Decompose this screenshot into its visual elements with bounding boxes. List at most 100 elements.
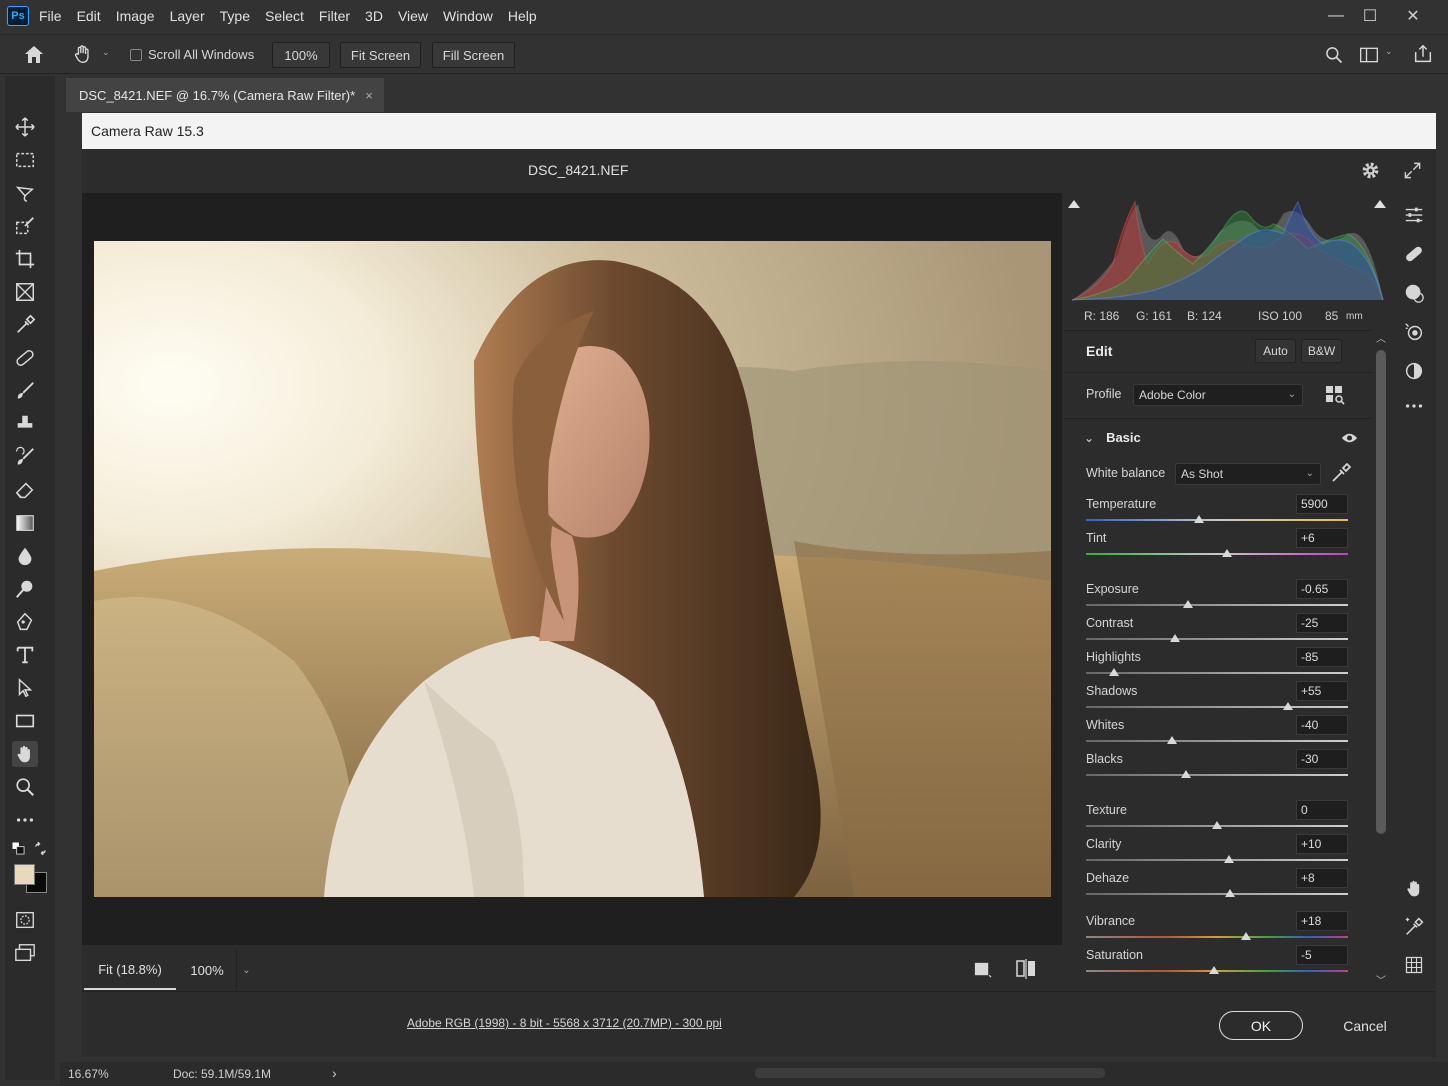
slider-value-clarity[interactable]: +10: [1296, 834, 1348, 854]
slider-track-blacks[interactable]: [1086, 774, 1348, 776]
slider-value-highlights[interactable]: -85: [1296, 647, 1348, 667]
lasso-tool[interactable]: [12, 180, 38, 206]
grid-overlay-button[interactable]: [1402, 953, 1426, 977]
type-tool[interactable]: [12, 642, 38, 668]
fit-zoom-button[interactable]: Fit (18.8%): [84, 950, 176, 990]
scrollbar-thumb[interactable]: [1376, 350, 1386, 834]
pen-tool[interactable]: [12, 609, 38, 635]
profile-dropdown[interactable]: Adobe Color ⌄: [1133, 384, 1303, 406]
photo-preview[interactable]: [94, 241, 1051, 897]
menu-filter[interactable]: Filter: [319, 8, 350, 24]
slider-value-contrast[interactable]: -25: [1296, 613, 1348, 633]
slider-value-saturation[interactable]: -5: [1296, 945, 1348, 965]
slider-thumb-shadows[interactable]: [1282, 702, 1293, 710]
dodge-tool[interactable]: [12, 576, 38, 602]
status-zoom[interactable]: 16.67%: [68, 1067, 109, 1081]
slider-track-contrast[interactable]: [1086, 638, 1348, 640]
healing-brush-tool[interactable]: [12, 345, 38, 371]
slider-thumb-saturation[interactable]: [1209, 966, 1220, 974]
quick-mask-button[interactable]: [12, 907, 38, 933]
edit-panel-button[interactable]: [1402, 203, 1426, 227]
profile-browser-button[interactable]: [1325, 385, 1345, 408]
slider-value-vibrance[interactable]: +18: [1296, 911, 1348, 931]
horizontal-scrollbar[interactable]: [755, 1068, 1105, 1078]
close-window-button[interactable]: ✕: [1393, 4, 1433, 28]
menu-window[interactable]: Window: [443, 8, 493, 24]
slider-track-vibrance[interactable]: [1086, 936, 1348, 938]
slider-thumb-whites[interactable]: [1167, 736, 1178, 744]
slider-value-dehaze[interactable]: +8: [1296, 868, 1348, 888]
slider-value-exposure[interactable]: -0.65: [1296, 579, 1348, 599]
cancel-button[interactable]: Cancel: [1334, 1011, 1396, 1040]
more-tools-button[interactable]: [12, 807, 38, 833]
status-menu-arrow[interactable]: ›: [332, 1065, 337, 1081]
white-balance-dropdown[interactable]: As Shot ⌄: [1175, 463, 1321, 485]
slider-thumb-dehaze[interactable]: [1225, 889, 1236, 897]
hand-tool-preset[interactable]: ⌄: [72, 43, 112, 67]
bw-button[interactable]: B&W: [1301, 339, 1342, 363]
before-after-button[interactable]: [1015, 959, 1037, 982]
screen-mode-button[interactable]: [12, 940, 38, 966]
slider-track-clarity[interactable]: [1086, 859, 1348, 861]
slider-thumb-temperature[interactable]: [1193, 515, 1204, 523]
slider-thumb-blacks[interactable]: [1180, 770, 1191, 778]
slider-value-temperature[interactable]: 5900: [1296, 494, 1348, 514]
zoom-tool[interactable]: [12, 774, 38, 800]
slider-track-temperature[interactable]: [1086, 519, 1348, 521]
hand-preview-button[interactable]: [1402, 876, 1426, 900]
healing-button[interactable]: [1402, 242, 1426, 266]
eraser-tool[interactable]: [12, 477, 38, 503]
slider-track-tint[interactable]: [1086, 553, 1348, 555]
frame-tool[interactable]: [12, 279, 38, 305]
gradient-tool[interactable]: [12, 510, 38, 536]
clone-stamp-tool[interactable]: [12, 411, 38, 437]
fullscreen-button[interactable]: [1403, 161, 1422, 183]
move-tool[interactable]: [12, 114, 38, 140]
zoom-100-preview-button[interactable]: 100%: [180, 950, 234, 990]
slider-track-dehaze[interactable]: [1086, 893, 1348, 895]
slider-track-highlights[interactable]: [1086, 672, 1348, 674]
blur-tool[interactable]: [12, 543, 38, 569]
document-tab[interactable]: DSC_8421.NEF @ 16.7% (Camera Raw Filter)…: [66, 78, 384, 112]
auto-button[interactable]: Auto: [1255, 339, 1296, 363]
home-button[interactable]: [22, 43, 48, 67]
slider-thumb-clarity[interactable]: [1223, 855, 1234, 863]
slider-value-texture[interactable]: 0: [1296, 800, 1348, 820]
white-balance-eyedropper[interactable]: [1331, 462, 1352, 486]
zoom-dropdown-chevron-icon[interactable]: ⌄: [236, 950, 256, 990]
workflow-options-link[interactable]: Adobe RGB (1998) - 8 bit - 5568 x 3712 (…: [407, 1016, 722, 1030]
scroll-all-windows-checkbox[interactable]: Scroll All Windows: [130, 47, 254, 62]
maximize-button[interactable]: ☐: [1350, 4, 1390, 28]
panel-scrollbar[interactable]: ︿ ﹀: [1374, 330, 1388, 990]
marquee-tool[interactable]: [12, 147, 38, 173]
slider-value-whites[interactable]: -40: [1296, 715, 1348, 735]
slider-thumb-exposure[interactable]: [1183, 600, 1194, 608]
object-selection-tool[interactable]: [12, 213, 38, 239]
slider-track-exposure[interactable]: [1086, 604, 1348, 606]
slider-value-tint[interactable]: +6: [1296, 528, 1348, 548]
menu-layer[interactable]: Layer: [170, 8, 205, 24]
close-tab-icon[interactable]: ×: [365, 88, 373, 103]
masking-button[interactable]: [1402, 281, 1426, 305]
hand-tool[interactable]: [12, 741, 38, 767]
menu-view[interactable]: View: [398, 8, 428, 24]
view-mode-button[interactable]: [973, 960, 992, 982]
slider-thumb-vibrance[interactable]: [1240, 932, 1251, 940]
crop-tool[interactable]: [12, 246, 38, 272]
history-brush-tool[interactable]: [12, 444, 38, 470]
menu-image[interactable]: Image: [116, 8, 155, 24]
menu-edit[interactable]: Edit: [77, 8, 101, 24]
more-options-button[interactable]: [1402, 394, 1426, 418]
path-selection-tool[interactable]: [12, 675, 38, 701]
slider-track-whites[interactable]: [1086, 740, 1348, 742]
fill-screen-button[interactable]: Fill Screen: [432, 42, 515, 68]
foreground-color-swatch[interactable]: [14, 864, 35, 885]
workspace-button[interactable]: ⌄: [1359, 45, 1393, 68]
menu-help[interactable]: Help: [508, 8, 537, 24]
slider-thumb-contrast[interactable]: [1170, 634, 1181, 642]
slider-thumb-tint[interactable]: [1222, 549, 1233, 557]
menu-type[interactable]: Type: [220, 8, 250, 24]
slider-thumb-highlights[interactable]: [1108, 668, 1119, 676]
slider-value-shadows[interactable]: +55: [1296, 681, 1348, 701]
settings-button[interactable]: [1360, 160, 1381, 184]
